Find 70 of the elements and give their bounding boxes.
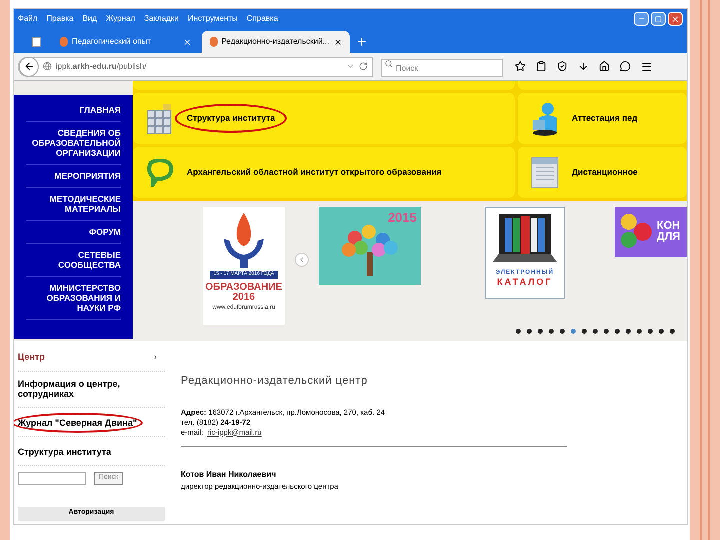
tile[interactable]: Архангельский областной институт открытого образования bbox=[133, 147, 515, 198]
nav-item[interactable]: МЕТОДИЧЕСКИЕ МАТЕРИАЛЫ bbox=[26, 188, 121, 221]
tile[interactable] bbox=[518, 81, 687, 90]
favicon-icon bbox=[60, 37, 68, 47]
side-menu-header[interactable]: Центр › bbox=[18, 345, 165, 372]
tile[interactable]: Дистанционное bbox=[518, 147, 687, 198]
restore-icon bbox=[655, 16, 662, 22]
person-name: Котов Иван Николаевич bbox=[181, 468, 278, 480]
nav-item[interactable]: ФОРУМ bbox=[26, 221, 121, 244]
new-tab-icon[interactable] bbox=[356, 36, 368, 48]
clipboard-icon[interactable] bbox=[536, 61, 547, 72]
close-button[interactable] bbox=[668, 12, 683, 26]
address-bar[interactable]: ippk.arkh-edu.ru/publish/ bbox=[18, 56, 373, 76]
nav-item[interactable]: ГЛАВНАЯ bbox=[26, 99, 121, 122]
url-text: ippk.arkh-edu.ru/publish/ bbox=[56, 60, 148, 72]
search-field[interactable]: Поиск bbox=[381, 59, 503, 77]
chevron-left-icon bbox=[298, 256, 306, 264]
star-icon[interactable] bbox=[515, 61, 526, 72]
search-icon bbox=[385, 60, 393, 68]
header-text: Центр bbox=[18, 351, 46, 364]
tile[interactable]: Аттестация пед bbox=[518, 93, 687, 144]
menu-item[interactable]: Журнал bbox=[106, 13, 136, 25]
tile[interactable]: Структура института bbox=[133, 93, 515, 144]
restore-button[interactable] bbox=[651, 12, 666, 26]
nav-item[interactable]: МИНИСТЕРСТВО ОБРАЗОВАНИЯ И НАУКИ РФ bbox=[26, 277, 121, 320]
browser-tab[interactable]: Редакционно-издательский... bbox=[202, 31, 350, 53]
side-menu-item[interactable]: Журнал "Северная Двина" bbox=[14, 412, 144, 432]
banner-year: 2016 bbox=[232, 292, 256, 302]
reload-icon[interactable] bbox=[359, 62, 368, 71]
menu-item[interactable]: Закладки bbox=[144, 13, 180, 25]
menu-item[interactable]: Правка bbox=[46, 13, 74, 25]
page-title: Редакционно-издательский центр bbox=[181, 374, 369, 389]
menu-item[interactable]: Файл bbox=[18, 13, 38, 25]
nav-item[interactable]: МЕРОПРИЯТИЯ bbox=[26, 165, 121, 188]
menu-item[interactable]: Инструменты bbox=[188, 13, 238, 25]
banner-text: ДЛЯ bbox=[657, 232, 680, 243]
puzzle-banner[interactable]: КОН ДЛЯ bbox=[615, 207, 687, 257]
menu-item[interactable]: Справка bbox=[246, 13, 278, 25]
banner-title: КАТАЛОГ bbox=[497, 278, 553, 287]
banner-text: КОН bbox=[657, 221, 680, 232]
tile[interactable] bbox=[133, 81, 515, 90]
page-icon bbox=[32, 37, 40, 47]
minimize-button[interactable] bbox=[634, 12, 649, 26]
back-arrow-icon bbox=[24, 61, 34, 72]
menu-icon[interactable] bbox=[641, 60, 653, 72]
banner-year: 2015 bbox=[388, 211, 417, 224]
home-icon[interactable] bbox=[599, 61, 610, 72]
download-icon[interactable] bbox=[578, 61, 589, 72]
search-input[interactable] bbox=[18, 472, 86, 484]
chat-icon[interactable] bbox=[620, 61, 631, 72]
tile-label: Архангельский областной институт открытого образования bbox=[186, 166, 443, 180]
back-button[interactable] bbox=[19, 56, 39, 76]
tile-label: Дистанционное bbox=[571, 166, 639, 180]
close-icon[interactable] bbox=[334, 38, 342, 46]
side-menu-item[interactable]: Структура института bbox=[14, 442, 118, 462]
tile-label: Аттестация пед bbox=[571, 112, 639, 126]
favicon-icon bbox=[210, 37, 218, 47]
close-icon bbox=[671, 14, 680, 24]
document-icon bbox=[530, 156, 560, 190]
globe-icon bbox=[43, 62, 52, 71]
banner-title: ОБРАЗОВАНИЕ bbox=[206, 282, 282, 292]
arrow-text: › bbox=[154, 351, 158, 364]
tile-label: Структура института bbox=[175, 104, 288, 133]
browser-tab[interactable]: Педагогический опыт bbox=[52, 31, 200, 53]
side-menu-item[interactable]: Информация о центре, сотрудниках bbox=[14, 374, 165, 404]
nav-item[interactable]: СЕТЕВЫЕ СООБЩЕСТВА bbox=[26, 244, 121, 277]
person-icon bbox=[530, 102, 560, 136]
speech-bubble-icon bbox=[145, 158, 175, 186]
menu-item[interactable]: Вид bbox=[82, 13, 98, 25]
nav-item[interactable]: СВЕДЕНИЯ ОБ ОБРАЗОВАТЕЛЬНОЙ ОРГАНИЗАЦИИ bbox=[26, 122, 121, 165]
